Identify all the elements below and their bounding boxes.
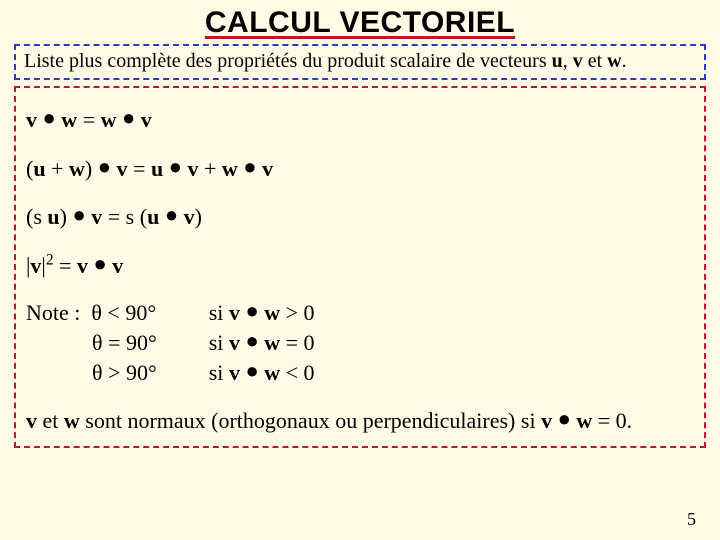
dot-icon: ●: [98, 154, 117, 179]
intro-u: u: [552, 50, 563, 72]
c1-v: v: [229, 300, 240, 325]
c2-pre: si: [209, 330, 229, 355]
page-title: CALCUL VECTORIEL: [10, 6, 710, 40]
c3-w: w: [264, 360, 280, 385]
properties-box: v ● w = w ● v (u + w) ● v = u ● v + w ● …: [14, 86, 706, 448]
p2-v2: v: [187, 156, 198, 181]
c2-rel: = 0: [280, 330, 314, 355]
note-right: si v ● w > 0 si v ● w = 0 si v ● w < 0: [209, 298, 315, 387]
p2-plus2: +: [198, 156, 221, 181]
f-w: w: [64, 408, 80, 433]
p2-w: w: [69, 156, 85, 181]
p1-eq: =: [77, 107, 100, 132]
intro-pre: Liste plus complète des propriétés du pr…: [24, 50, 552, 72]
p2-rp: ): [85, 156, 98, 181]
c1-w: w: [264, 300, 280, 325]
intro-end: .: [622, 50, 627, 72]
p3-v1: v: [91, 204, 102, 229]
p1-v1: v: [26, 107, 37, 132]
property-4: |v|2 = v ● v: [26, 242, 694, 291]
p4-v: v: [30, 253, 41, 278]
note-left: Note : θ < 90° θ = 90° θ > 90°: [26, 298, 157, 387]
intro-v: v: [573, 50, 583, 72]
intro-box: Liste plus complète des propriétés du pr…: [14, 44, 706, 80]
p4-v2: v: [77, 253, 88, 278]
dot-icon: ●: [88, 251, 112, 276]
dot-icon: ●: [238, 154, 262, 179]
intro-text: Liste plus complète des propriétés du pr…: [24, 50, 627, 72]
f-and: et: [37, 408, 64, 433]
p2-plus: +: [46, 156, 69, 181]
p1-v2: v: [141, 107, 152, 132]
p2-v3: v: [262, 156, 273, 181]
p1-w2: w: [101, 107, 117, 132]
p3-rp2: ): [195, 204, 202, 229]
p3-lp: (s: [26, 204, 47, 229]
f-eq: = 0.: [592, 408, 632, 433]
final-statement: v et w sont normaux (orthogonaux ou perp…: [26, 397, 694, 436]
dot-icon: ●: [552, 406, 576, 431]
p2-u2: u: [151, 156, 163, 181]
c3-v: v: [229, 360, 240, 385]
f-v: v: [26, 408, 37, 433]
p2-w2: w: [222, 156, 238, 181]
p2-u: u: [33, 156, 45, 181]
f-w2: w: [576, 408, 592, 433]
p4-eq: =: [54, 253, 77, 278]
dot-icon: ●: [240, 298, 264, 323]
c1-pre: si: [209, 300, 229, 325]
note-block: Note : θ < 90° θ = 90° θ > 90° si v ● w …: [26, 290, 694, 397]
f-v2: v: [541, 408, 552, 433]
p3-eq: = s (: [102, 204, 147, 229]
note-l3: θ > 90°: [92, 360, 157, 385]
note-l1: θ < 90°: [91, 300, 156, 325]
dot-icon: ●: [37, 105, 61, 130]
property-1: v ● w = w ● v: [26, 96, 694, 145]
p2-v1: v: [117, 156, 128, 181]
intro-w: w: [607, 50, 621, 72]
dot-icon: ●: [117, 105, 141, 130]
dot-icon: ●: [240, 358, 264, 383]
p3-rp: ): [60, 204, 73, 229]
intro-sep2: et: [583, 50, 607, 72]
c3-rel: < 0: [280, 360, 314, 385]
p3-u2: u: [147, 204, 159, 229]
property-2: (u + w) ● v = u ● v + w ● v: [26, 145, 694, 194]
dot-icon: ●: [163, 154, 187, 179]
c2-v: v: [229, 330, 240, 355]
note-l2: θ = 90°: [92, 330, 157, 355]
p4-v3: v: [112, 253, 123, 278]
intro-sep1: ,: [563, 50, 573, 72]
c2-w: w: [264, 330, 280, 355]
f-txt: sont normaux (orthogonaux ou perpendicul…: [80, 408, 541, 433]
c1-rel: > 0: [280, 300, 314, 325]
p1-w1: w: [61, 107, 77, 132]
property-3: (s u) ● v = s (u ● v): [26, 193, 694, 242]
p2-eq: =: [128, 156, 151, 181]
p3-v2: v: [184, 204, 195, 229]
slide: CALCUL VECTORIEL Liste plus complète des…: [0, 0, 720, 540]
p3-u: u: [47, 204, 59, 229]
note-label: Note :: [26, 300, 91, 325]
dot-icon: ●: [159, 202, 183, 227]
c3-pre: si: [209, 360, 229, 385]
p4-exp: 2: [46, 251, 54, 268]
page-number: 5: [687, 509, 696, 530]
dot-icon: ●: [240, 328, 264, 353]
dot-icon: ●: [72, 202, 91, 227]
